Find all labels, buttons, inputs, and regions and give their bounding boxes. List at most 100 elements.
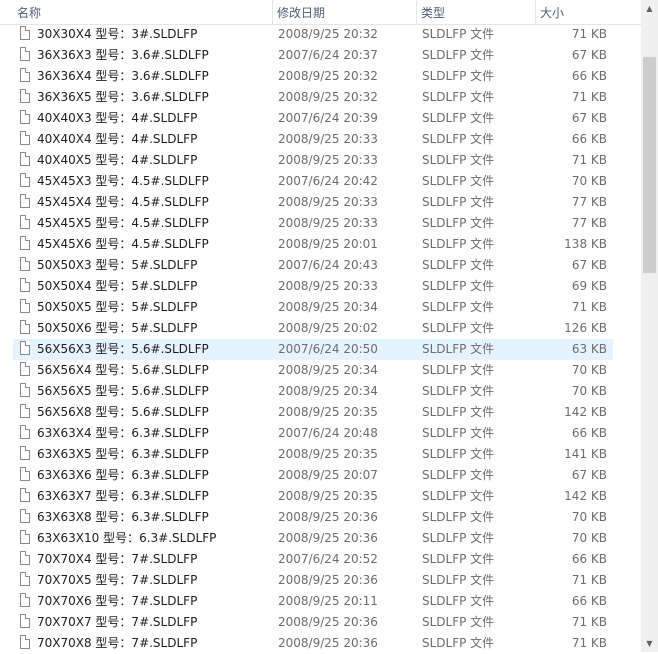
file-row[interactable]: 56X56X8 型号：5.6#.SLDLFP 2008/9/25 20:35 SLD… [13, 402, 613, 423]
file-type: SLDLFP 文件 [422, 153, 495, 167]
file-date: 2007/6/24 20:37 [278, 48, 378, 62]
file-date: 2008/9/25 20:33 [278, 153, 378, 167]
file-date: 2008/9/25 20:34 [278, 300, 378, 314]
file-row[interactable]: 63X63X4 型号：6.3#.SLDLFP 2007/6/24 20:48 SLD… [13, 423, 613, 444]
file-type: SLDLFP 文件 [422, 531, 495, 545]
file-row[interactable]: 56X56X5 型号：5.6#.SLDLFP 2008/9/25 20:34 SLD… [13, 381, 613, 402]
file-date: 2008/9/25 20:34 [278, 384, 378, 398]
file-date: 2007/6/24 20:42 [278, 174, 378, 188]
column-header-date[interactable]: 修改日期 [272, 0, 415, 24]
file-type: SLDLFP 文件 [422, 468, 495, 482]
file-size: 70 KB [571, 363, 607, 377]
file-row[interactable]: 70X70X6 型号：7#.SLDLFP 2008/9/25 20:11 SLDLF… [13, 591, 613, 612]
file-name: 45X45X4 型号：4.5#.SLDLFP [37, 195, 209, 209]
file-name: 63X63X7 型号：6.3#.SLDLFP [37, 489, 209, 503]
file-date: 2008/9/25 20:34 [278, 363, 378, 377]
file-name: 63X63X10 型号：6.3#.SLDLFP [37, 531, 217, 545]
file-date: 2008/9/25 20:33 [278, 132, 378, 146]
file-type: SLDLFP 文件 [422, 405, 495, 419]
file-row[interactable]: 63X63X10 型号：6.3#.SLDLFP 2008/9/25 20:36 SL… [13, 528, 613, 549]
file-icon [20, 173, 30, 187]
vertical-scrollbar[interactable]: ▲ ▼ [641, 0, 658, 652]
file-size: 66 KB [571, 132, 607, 146]
file-type: SLDLFP 文件 [422, 90, 495, 104]
file-row[interactable]: 40X40X3 型号：4#.SLDLFP 2007/6/24 20:39 SLDLF… [13, 108, 613, 129]
file-row[interactable]: 36X36X3 型号：3.6#.SLDLFP 2007/6/24 20:37 SLD… [13, 45, 613, 66]
file-name: 56X56X8 型号：5.6#.SLDLFP [37, 405, 209, 419]
file-type: SLDLFP 文件 [422, 216, 495, 230]
scroll-down-arrow-icon[interactable]: ▼ [641, 635, 658, 652]
file-size: 141 KB [564, 447, 607, 461]
file-size: 77 KB [571, 195, 607, 209]
file-row[interactable]: 50X50X3 型号：5#.SLDLFP 2007/6/24 20:43 SLDLF… [13, 255, 613, 276]
file-size: 77 KB [571, 216, 607, 230]
file-row[interactable]: 45X45X5 型号：4.5#.SLDLFP 2008/9/25 20:33 SLD… [13, 213, 613, 234]
file-size: 67 KB [571, 258, 607, 272]
file-name: 56X56X4 型号：5.6#.SLDLFP [37, 363, 209, 377]
file-icon [20, 89, 30, 103]
file-type: SLDLFP 文件 [422, 258, 495, 272]
file-row[interactable]: 45X45X6 型号：4.5#.SLDLFP 2008/9/25 20:01 SLD… [13, 234, 613, 255]
file-name: 50X50X4 型号：5#.SLDLFP [37, 279, 198, 293]
file-row[interactable]: 56X56X3 型号：5.6#.SLDLFP 2007/6/24 20:50 SLD… [13, 339, 613, 360]
file-type: SLDLFP 文件 [422, 447, 495, 461]
file-type: SLDLFP 文件 [422, 27, 495, 41]
column-header-type[interactable]: 类型 [416, 0, 534, 24]
file-row[interactable]: 70X70X5 型号：7#.SLDLFP 2008/9/25 20:36 SLDLF… [13, 570, 613, 591]
file-name: 36X36X4 型号：3.6#.SLDLFP [37, 69, 209, 83]
file-row[interactable]: 40X40X4 型号：4#.SLDLFP 2008/9/25 20:33 SLDLF… [13, 129, 613, 150]
file-row[interactable]: 70X70X7 型号：7#.SLDLFP 2008/9/25 20:36 SLDLF… [13, 612, 613, 633]
column-header-date-label: 修改日期 [277, 6, 326, 20]
file-size: 71 KB [571, 636, 607, 650]
file-size: 67 KB [571, 468, 607, 482]
file-name: 36X36X3 型号：3.6#.SLDLFP [37, 48, 209, 62]
column-header-size-label: 大小 [540, 6, 565, 20]
file-row[interactable]: 30X30X4 型号：3#.SLDLFP 2008/9/25 20:32 SLDLF… [13, 24, 613, 45]
file-row[interactable]: 45X45X3 型号：4.5#.SLDLFP 2007/6/24 20:42 SLD… [13, 171, 613, 192]
file-name: 56X56X3 型号：5.6#.SLDLFP [37, 342, 209, 356]
column-header-size[interactable]: 大小 [535, 0, 613, 24]
file-type: SLDLFP 文件 [422, 510, 495, 524]
file-row[interactable]: 63X63X7 型号：6.3#.SLDLFP 2008/9/25 20:35 SLD… [13, 486, 613, 507]
file-row[interactable]: 50X50X4 型号：5#.SLDLFP 2008/9/25 20:33 SLDLF… [13, 276, 613, 297]
file-row[interactable]: 56X56X4 型号：5.6#.SLDLFP 2008/9/25 20:34 SLD… [13, 360, 613, 381]
file-type: SLDLFP 文件 [422, 552, 495, 566]
file-size: 142 KB [564, 489, 607, 503]
file-type: SLDLFP 文件 [422, 174, 495, 188]
file-name: 30X30X4 型号：3#.SLDLFP [37, 27, 198, 41]
file-row[interactable]: 50X50X5 型号：5#.SLDLFP 2008/9/25 20:34 SLDLF… [13, 297, 613, 318]
file-row[interactable]: 63X63X8 型号：6.3#.SLDLFP 2008/9/25 20:36 SLD… [13, 507, 613, 528]
file-date: 2008/9/25 20:36 [278, 510, 378, 524]
file-type: SLDLFP 文件 [422, 279, 495, 293]
file-type: SLDLFP 文件 [422, 132, 495, 146]
file-row[interactable]: 63X63X5 型号：6.3#.SLDLFP 2008/9/25 20:35 SLD… [13, 444, 613, 465]
file-name: 63X63X4 型号：6.3#.SLDLFP [37, 426, 209, 440]
file-row[interactable]: 70X70X8 型号：7#.SLDLFP 2008/9/25 20:36 SLDLF… [13, 633, 613, 654]
file-name: 36X36X5 型号：3.6#.SLDLFP [37, 90, 209, 104]
file-type: SLDLFP 文件 [422, 363, 495, 377]
file-date: 2008/9/25 20:35 [278, 405, 378, 419]
file-date: 2008/9/25 20:36 [278, 615, 378, 629]
scrollbar-thumb[interactable] [643, 57, 656, 273]
file-type: SLDLFP 文件 [422, 426, 495, 440]
file-icon [20, 593, 30, 607]
file-date: 2008/9/25 20:32 [278, 27, 378, 41]
file-row[interactable]: 45X45X4 型号：4.5#.SLDLFP 2008/9/25 20:33 SLD… [13, 192, 613, 213]
file-icon [20, 404, 30, 418]
scroll-up-arrow-icon[interactable]: ▲ [641, 0, 658, 17]
file-size: 66 KB [571, 552, 607, 566]
file-row[interactable]: 40X40X5 型号：4#.SLDLFP 2008/9/25 20:33 SLDLF… [13, 150, 613, 171]
file-icon [20, 320, 30, 334]
file-date: 2007/6/24 20:48 [278, 426, 378, 440]
file-row[interactable]: 70X70X4 型号：7#.SLDLFP 2007/6/24 20:52 SLDLF… [13, 549, 613, 570]
file-row[interactable]: 36X36X5 型号：3.6#.SLDLFP 2008/9/25 20:32 SLD… [13, 87, 613, 108]
file-row[interactable]: 36X36X4 型号：3.6#.SLDLFP 2008/9/25 20:32 SLD… [13, 66, 613, 87]
file-size: 63 KB [571, 342, 607, 356]
file-row[interactable]: 50X50X6 型号：5#.SLDLFP 2008/9/25 20:02 SLDLF… [13, 318, 613, 339]
file-name: 45X45X3 型号：4.5#.SLDLFP [37, 174, 209, 188]
file-type: SLDLFP 文件 [422, 636, 495, 650]
file-icon [20, 47, 30, 61]
file-row[interactable]: 63X63X6 型号：6.3#.SLDLFP 2008/9/25 20:07 SLD… [13, 465, 613, 486]
file-size: 71 KB [571, 27, 607, 41]
file-name: 70X70X4 型号：7#.SLDLFP [37, 552, 198, 566]
